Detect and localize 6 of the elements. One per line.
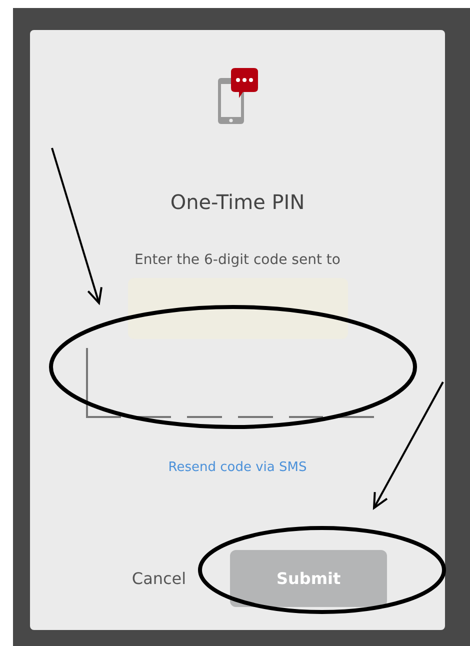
dialog-title: One-Time PIN: [170, 190, 305, 214]
cancel-button[interactable]: Cancel: [128, 565, 190, 592]
otp-input-field[interactable]: [86, 346, 374, 418]
phone-message-icon: [216, 68, 260, 126]
resend-link[interactable]: Resend code via SMS: [168, 460, 307, 475]
instruction-text: Enter the 6-digit code sent to: [134, 252, 340, 268]
